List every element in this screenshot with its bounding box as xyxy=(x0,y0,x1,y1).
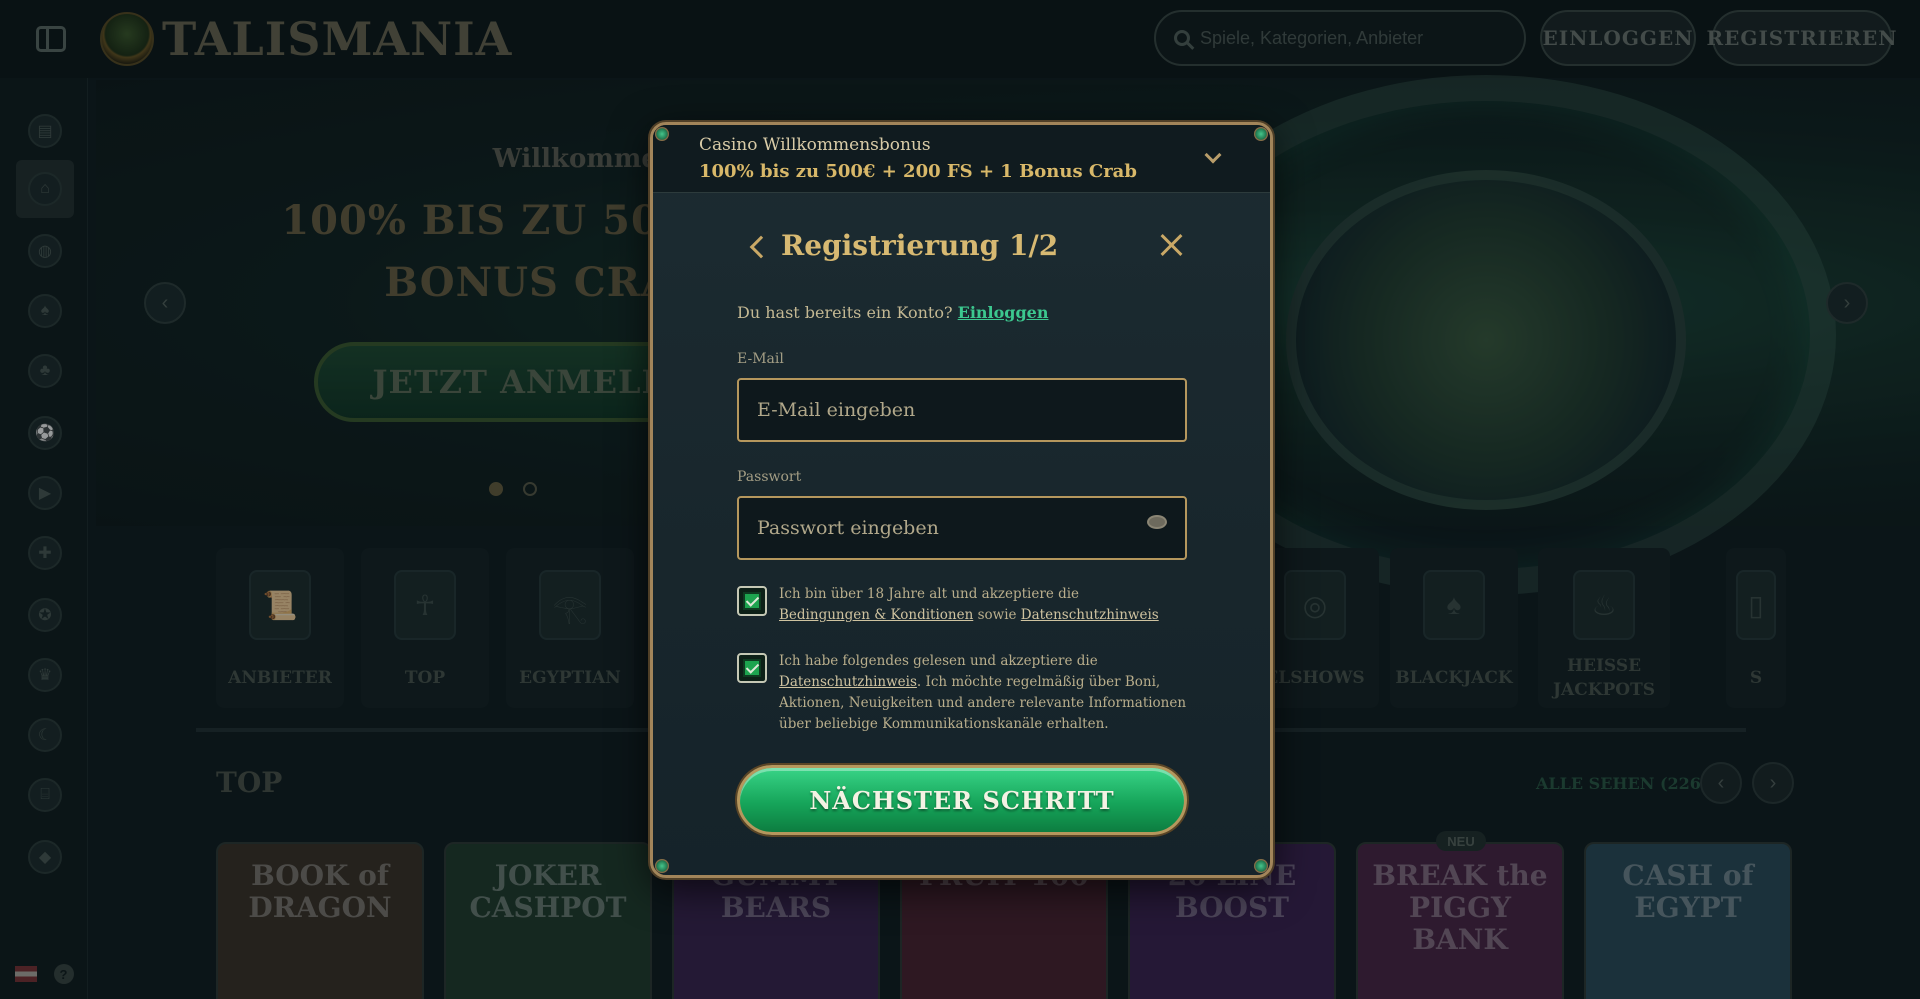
back-chevron-icon[interactable] xyxy=(749,235,773,259)
email-label: E-Mail xyxy=(737,351,784,367)
age-terms-checkbox[interactable] xyxy=(737,586,767,616)
close-icon[interactable] xyxy=(1158,231,1186,259)
chevron-down-icon[interactable] xyxy=(1204,146,1222,164)
corner-gem-icon xyxy=(1254,859,1268,873)
eye-icon[interactable] xyxy=(1147,515,1167,529)
privacy-link[interactable]: Datenschutzhinweis xyxy=(1021,607,1159,623)
bonus-selector[interactable]: Casino Willkommensbonus 100% bis zu 500€… xyxy=(653,125,1270,193)
age-terms-text: Ich bin über 18 Jahre alt und akzeptiere… xyxy=(779,584,1189,626)
terms-link[interactable]: Bedingungen & Konditionen xyxy=(779,607,973,623)
marketing-text: Ich habe folgendes gelesen und akzeptier… xyxy=(779,651,1189,735)
password-label: Passwort xyxy=(737,469,802,485)
consent1-mid: sowie xyxy=(977,607,1017,623)
checkmark-icon xyxy=(743,592,761,610)
email-field[interactable] xyxy=(737,378,1187,442)
registration-modal: Casino Willkommensbonus 100% bis zu 500€… xyxy=(650,122,1273,878)
consent2-text: Ich habe folgendes gelesen und akzeptier… xyxy=(779,653,1098,669)
account-prompt: Du hast bereits ein Konto? Einloggen xyxy=(737,303,1048,322)
consent1-text: Ich bin über 18 Jahre alt und akzeptiere… xyxy=(779,586,1080,602)
bonus-value: 100% bis zu 500€ + 200 FS + 1 Bonus Crab xyxy=(699,161,1137,182)
corner-gem-icon xyxy=(1254,127,1268,141)
login-link[interactable]: Einloggen xyxy=(958,303,1049,322)
checkmark-icon xyxy=(743,659,761,677)
password-field[interactable] xyxy=(737,496,1187,560)
next-step-button[interactable]: NÄCHSTER SCHRITT xyxy=(737,765,1187,835)
account-question: Du hast bereits ein Konto? xyxy=(737,303,953,322)
bonus-label: Casino Willkommensbonus xyxy=(699,135,931,155)
modal-title: Registrierung 1/2 xyxy=(781,229,1059,262)
corner-gem-icon xyxy=(655,127,669,141)
corner-gem-icon xyxy=(655,859,669,873)
privacy-link-2[interactable]: Datenschutzhinweis xyxy=(779,674,917,690)
marketing-checkbox[interactable] xyxy=(737,653,767,683)
